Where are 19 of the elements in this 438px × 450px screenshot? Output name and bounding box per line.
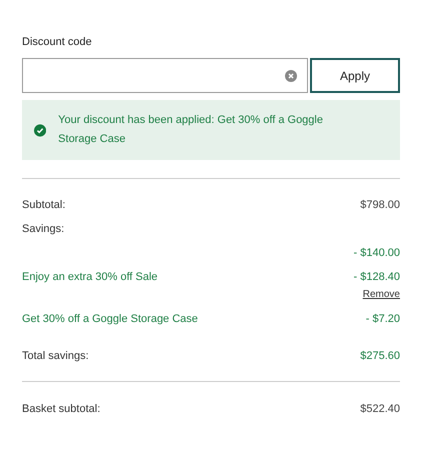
check-icon xyxy=(34,122,46,138)
discount-code-label: Discount code xyxy=(22,36,93,48)
summary-label: Enjoy an extra 30% off Sale xyxy=(22,271,158,283)
summary-label: Get 30% off a Goggle Storage Case xyxy=(22,313,198,325)
summary-amount: - $128.40 xyxy=(354,271,400,283)
summary-amount: - $140.00 xyxy=(354,247,400,259)
summary-label: Subtotal: xyxy=(22,199,66,211)
summary-amount: $798.00 xyxy=(360,199,400,211)
apply-button[interactable]: Apply xyxy=(310,58,400,93)
summary-label: Basket subtotal: xyxy=(22,403,100,415)
summary-amount: - $7.20 xyxy=(366,313,400,325)
clear-icon[interactable] xyxy=(285,70,297,82)
summary-amount: $522.40 xyxy=(360,403,400,415)
discount-applied-message: Your discount has been applied: Get 30% off a Goggle Storage Case xyxy=(58,113,324,147)
remove-link[interactable]: Remove xyxy=(362,289,400,307)
summary-label: Savings: xyxy=(22,223,64,235)
summary-label: Total savings: xyxy=(22,350,89,362)
summary-amount: $275.60 xyxy=(360,350,400,362)
discount-code-field[interactable] xyxy=(22,58,308,93)
